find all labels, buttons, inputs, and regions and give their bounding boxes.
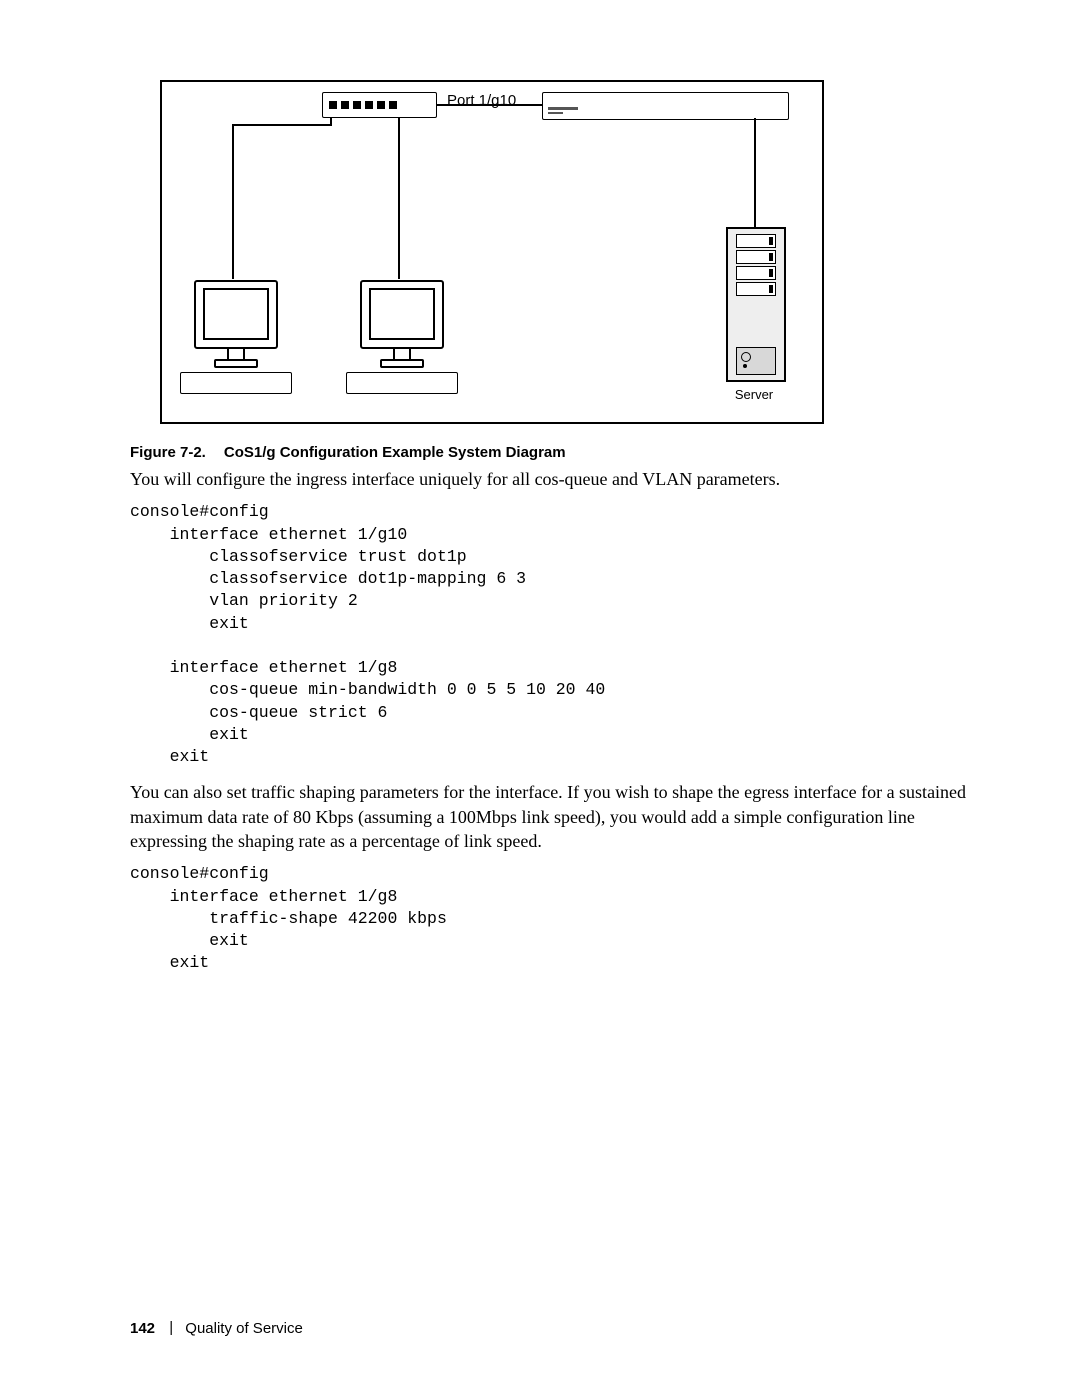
port-label-left: Port 1/g10 — [447, 92, 516, 109]
router-icon — [542, 92, 789, 120]
footer-separator: | — [169, 1319, 173, 1336]
workstation-icon — [342, 280, 462, 394]
server-icon — [726, 227, 786, 382]
footer-section: Quality of Service — [185, 1320, 303, 1337]
body-paragraph: You will configure the ingress interface… — [130, 467, 970, 491]
code-block: console#config interface ethernet 1/g8 t… — [130, 863, 970, 974]
page-footer: 142 | Quality of Service — [130, 1320, 303, 1337]
figure-diagram: Port 1/g10 Port 1/g8 — [160, 80, 824, 424]
switch-icon — [322, 92, 437, 118]
page: Port 1/g10 Port 1/g8 — [0, 0, 1080, 1397]
workstation-icon — [176, 280, 296, 394]
figure-number: Figure 7-2. — [130, 444, 206, 461]
figure-title: CoS1/g Configuration Example System Diag… — [224, 444, 566, 461]
figure-caption: Figure 7-2. CoS1/g Configuration Example … — [130, 444, 970, 461]
server-label: Server — [724, 387, 784, 402]
body-paragraph: You can also set traffic shaping paramet… — [130, 780, 970, 853]
page-number: 142 — [130, 1320, 155, 1337]
code-block: console#config interface ethernet 1/g10 … — [130, 501, 970, 768]
